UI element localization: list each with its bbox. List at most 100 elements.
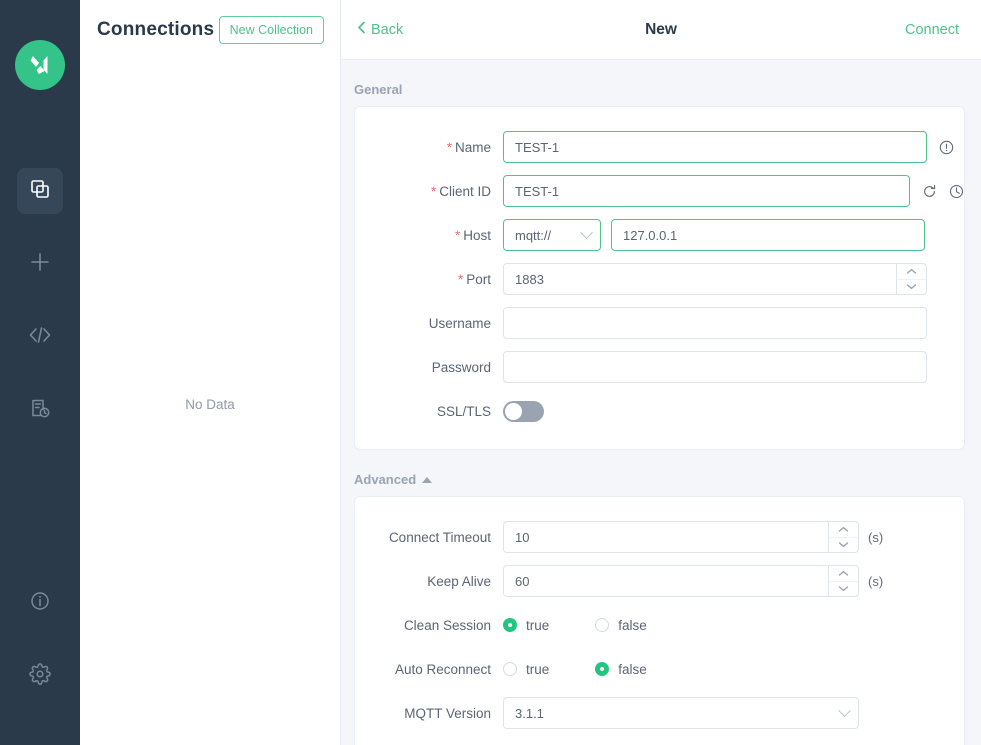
port-stepper [896, 264, 926, 294]
caret-up-icon [422, 476, 433, 483]
clean-session-true-label: true [526, 617, 550, 633]
client-id-input[interactable]: TEST-1 [503, 175, 910, 207]
clean-session-radio-group: true false [503, 618, 693, 633]
chevron-down-icon[interactable] [829, 536, 858, 553]
port-input[interactable]: 1883 [503, 263, 927, 295]
name-label: * Name [355, 140, 503, 155]
connections-panel: Connections New Collection No Data [80, 0, 341, 745]
exclamation-circle-icon [939, 140, 954, 155]
new-collection-button[interactable]: New Collection [218, 16, 324, 44]
form-header: Back New Connect [341, 0, 981, 60]
host-input[interactable]: 127.0.0.1 [611, 219, 925, 251]
chevron-down-icon [580, 225, 593, 239]
radio-icon [503, 618, 517, 632]
connect-timeout-label: Connect Timeout [388, 529, 491, 545]
mqtt-version-value: 3.1.1 [515, 705, 544, 721]
field-row-clean-session: Clean Session true false [355, 603, 964, 647]
username-label: Username [428, 315, 491, 331]
port-input-value: 1883 [515, 271, 544, 287]
radio-icon [503, 662, 517, 676]
keep-alive-unit: (s) [868, 573, 884, 589]
sidebar-item-scripts[interactable] [17, 314, 63, 360]
host-input-value: 127.0.0.1 [623, 227, 678, 243]
field-row-name: * Name TEST-1 [355, 125, 964, 169]
required-asterisk: * [454, 227, 461, 243]
username-input[interactable] [503, 307, 927, 339]
clean-session-option-false[interactable]: false [595, 618, 647, 633]
empty-state-text: No Data [185, 397, 235, 412]
port-label: * Port [355, 272, 503, 287]
port-label-text: Port [466, 271, 491, 287]
form-scrollbar[interactable] [975, 60, 981, 745]
sidebar-item-new-connection[interactable] [17, 241, 63, 287]
chevron-up-icon[interactable] [829, 566, 858, 581]
field-row-port: * Port 1883 [355, 257, 964, 301]
mqtt-version-select[interactable]: 3.1.1 [503, 697, 859, 729]
clock-icon[interactable] [949, 184, 964, 199]
field-row-connect-timeout: Connect Timeout 10 (s) [355, 515, 964, 559]
connect-timeout-unit: (s) [868, 529, 884, 545]
clean-session-false-label: false [618, 617, 647, 633]
clean-session-label: Clean Session [403, 617, 491, 633]
connections-header: Connections New Collection [80, 0, 340, 60]
sidebar-item-about[interactable] [17, 580, 63, 626]
chevron-down-icon [838, 703, 851, 717]
radio-icon [595, 618, 610, 632]
auto-reconnect-option-false[interactable]: false [595, 662, 647, 677]
document-clock-icon [29, 397, 51, 424]
protocol-select-value: mqtt:// [515, 227, 552, 243]
connect-button[interactable]: Connect [905, 22, 959, 38]
keep-alive-label: Keep Alive [427, 573, 491, 589]
page-title: Connections [97, 19, 215, 40]
auto-reconnect-label: Auto Reconnect [394, 661, 491, 677]
code-brackets-icon [28, 324, 52, 351]
toggle-knob [505, 402, 522, 420]
connections-list: No Data [80, 60, 340, 745]
back-button[interactable]: Back [357, 21, 403, 38]
field-row-auto-reconnect: Auto Reconnect true false [355, 647, 964, 691]
advanced-section-title: Advanced [354, 472, 417, 487]
mqttx-logo-icon [15, 40, 65, 90]
connection-form-pane: Back New Connect General * Name TEST-1 *… [341, 0, 981, 745]
ssl-tls-toggle[interactable] [503, 400, 544, 422]
rail-primary-icons [17, 168, 63, 460]
protocol-select[interactable]: mqtt:// [503, 219, 601, 251]
sidebar-item-settings[interactable] [17, 653, 63, 699]
required-asterisk: * [457, 271, 464, 287]
advanced-section-label[interactable]: Advanced [354, 472, 965, 487]
plus-icon [29, 251, 51, 278]
sidebar-item-connections[interactable] [17, 168, 63, 214]
connect-timeout-value: 10 [515, 529, 530, 545]
field-row-mqtt-version: MQTT Version 3.1.1 [355, 691, 964, 735]
password-label: Password [431, 359, 491, 375]
name-input[interactable]: TEST-1 [503, 131, 927, 163]
field-row-client-id: * Client ID TEST-1 [355, 169, 964, 213]
advanced-card: Connect Timeout 10 (s) Keep Alive 60 (s)… [354, 496, 965, 745]
rail-bottom-icons [17, 580, 63, 699]
general-section-title: General [354, 82, 403, 97]
ssl-tls-label: SSL/TLS [436, 403, 491, 419]
auto-reconnect-false-label: false [618, 661, 647, 677]
form-scroll-area[interactable]: General * Name TEST-1 * Client ID TEST-1… [341, 60, 981, 745]
password-input[interactable] [503, 351, 927, 383]
sidebar-item-log[interactable] [17, 387, 63, 433]
client-id-label: * Client ID [355, 184, 503, 199]
auto-reconnect-true-label: true [526, 661, 550, 677]
connect-timeout-stepper [828, 522, 858, 552]
gear-icon [29, 662, 51, 690]
chevron-down-icon[interactable] [897, 278, 926, 295]
auto-reconnect-option-true[interactable]: true [503, 662, 549, 677]
chevron-up-icon[interactable] [829, 522, 858, 537]
keep-alive-stepper [828, 566, 858, 596]
keep-alive-value: 60 [515, 573, 530, 589]
chevron-down-icon[interactable] [829, 580, 858, 597]
copy-stack-icon [29, 178, 51, 205]
chevron-up-icon[interactable] [897, 264, 926, 279]
clean-session-option-true[interactable]: true [503, 618, 549, 633]
refresh-icon[interactable] [922, 184, 937, 199]
general-section-label: General [354, 82, 965, 97]
form-title: New [645, 20, 677, 38]
keep-alive-input[interactable]: 60 [503, 565, 859, 597]
host-label-text: Host [463, 227, 491, 243]
connect-timeout-input[interactable]: 10 [503, 521, 859, 553]
